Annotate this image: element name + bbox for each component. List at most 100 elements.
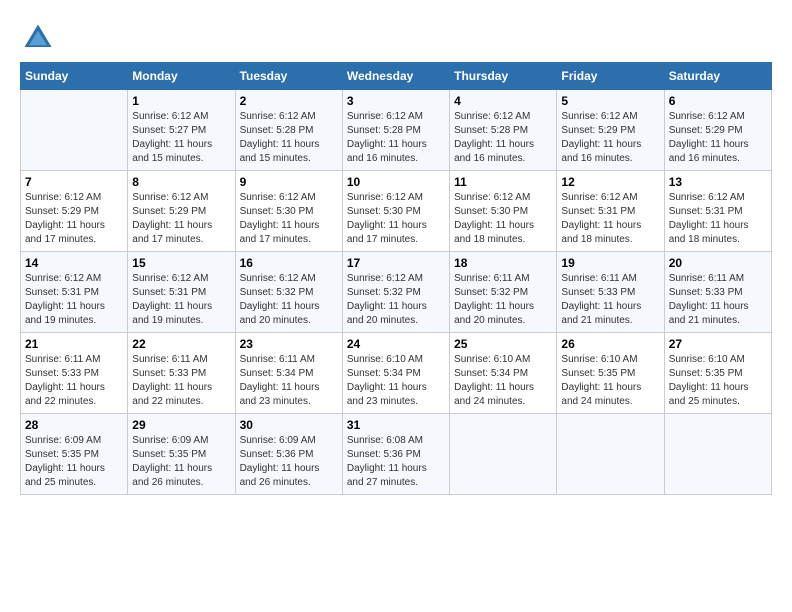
day-number: 1 — [132, 94, 230, 108]
day-info: Sunrise: 6:12 AMSunset: 5:29 PMDaylight:… — [25, 191, 123, 247]
day-info: Sunrise: 6:10 AMSunset: 5:35 PMDaylight:… — [561, 353, 659, 409]
calendar-cell: 18 Sunrise: 6:11 AMSunset: 5:32 PMDayligh… — [450, 252, 557, 333]
day-info: Sunrise: 6:10 AMSunset: 5:34 PMDaylight:… — [454, 353, 552, 409]
logo-icon — [20, 20, 56, 56]
calendar-cell: 16 Sunrise: 6:12 AMSunset: 5:32 PMDayligh… — [235, 252, 342, 333]
calendar-cell: 4 Sunrise: 6:12 AMSunset: 5:28 PMDaylight… — [450, 90, 557, 171]
day-number: 16 — [240, 256, 338, 270]
day-info: Sunrise: 6:12 AMSunset: 5:30 PMDaylight:… — [454, 191, 552, 247]
day-info: Sunrise: 6:12 AMSunset: 5:31 PMDaylight:… — [561, 191, 659, 247]
day-number: 23 — [240, 337, 338, 351]
day-info: Sunrise: 6:12 AMSunset: 5:28 PMDaylight:… — [240, 110, 338, 166]
day-info: Sunrise: 6:11 AMSunset: 5:33 PMDaylight:… — [669, 272, 767, 328]
day-info: Sunrise: 6:12 AMSunset: 5:31 PMDaylight:… — [669, 191, 767, 247]
day-number: 15 — [132, 256, 230, 270]
calendar-cell: 11Sunrise: 6:12 AMSunset: 5:30 PMDayligh… — [450, 171, 557, 252]
day-number: 9 — [240, 175, 338, 189]
day-info: Sunrise: 6:12 AMSunset: 5:30 PMDaylight:… — [347, 191, 445, 247]
day-info: Sunrise: 6:12 AMSunset: 5:29 PMDaylight:… — [561, 110, 659, 166]
day-number: 30 — [240, 418, 338, 432]
day-info: Sunrise: 6:12 AMSunset: 5:29 PMDaylight:… — [669, 110, 767, 166]
calendar-cell: 8Sunrise: 6:12 AMSunset: 5:29 PMDaylight… — [128, 171, 235, 252]
calendar-cell: 1 Sunrise: 6:12 AMSunset: 5:27 PMDaylight… — [128, 90, 235, 171]
calendar-cell: 2 Sunrise: 6:12 AMSunset: 5:28 PMDaylight… — [235, 90, 342, 171]
day-number: 27 — [669, 337, 767, 351]
day-number: 29 — [132, 418, 230, 432]
calendar-cell: 14 Sunrise: 6:12 AMSunset: 5:31 PMDayligh… — [21, 252, 128, 333]
calendar-cell: 17Sunrise: 6:12 AMSunset: 5:32 PMDayligh… — [342, 252, 449, 333]
calendar-cell: 3 Sunrise: 6:12 AMSunset: 5:28 PMDaylight… — [342, 90, 449, 171]
calendar-cell: 21 Sunrise: 6:11 AMSunset: 5:33 PMDayligh… — [21, 333, 128, 414]
day-number: 31 — [347, 418, 445, 432]
calendar-cell: 30Sunrise: 6:09 AMSunset: 5:36 PMDayligh… — [235, 414, 342, 495]
calendar-cell — [450, 414, 557, 495]
calendar-table: SundayMondayTuesdayWednesdayThursdayFrid… — [20, 62, 772, 495]
day-number: 6 — [669, 94, 767, 108]
day-info: Sunrise: 6:10 AMSunset: 5:35 PMDaylight:… — [669, 353, 767, 409]
day-number: 7 — [25, 175, 123, 189]
day-info: Sunrise: 6:12 AMSunset: 5:30 PMDaylight:… — [240, 191, 338, 247]
calendar-cell — [21, 90, 128, 171]
calendar-cell: 15 Sunrise: 6:12 AMSunset: 5:31 PMDayligh… — [128, 252, 235, 333]
calendar-body: 1 Sunrise: 6:12 AMSunset: 5:27 PMDaylight… — [21, 90, 772, 495]
weekday-header-saturday: Saturday — [664, 63, 771, 90]
day-info: Sunrise: 6:11 AMSunset: 5:32 PMDaylight:… — [454, 272, 552, 328]
day-number: 4 — [454, 94, 552, 108]
day-number: 21 — [25, 337, 123, 351]
day-info: Sunrise: 6:12 AMSunset: 5:31 PMDaylight:… — [25, 272, 123, 328]
day-number: 10 — [347, 175, 445, 189]
calendar-cell — [664, 414, 771, 495]
calendar-cell: 10 Sunrise: 6:12 AMSunset: 5:30 PMDayligh… — [342, 171, 449, 252]
day-info: Sunrise: 6:12 AMSunset: 5:31 PMDaylight:… — [132, 272, 230, 328]
day-number: 26 — [561, 337, 659, 351]
day-info: Sunrise: 6:11 AMSunset: 5:33 PMDaylight:… — [25, 353, 123, 409]
day-number: 20 — [669, 256, 767, 270]
day-info: Sunrise: 6:11 AMSunset: 5:33 PMDaylight:… — [132, 353, 230, 409]
day-number: 3 — [347, 94, 445, 108]
weekday-header-wednesday: Wednesday — [342, 63, 449, 90]
day-info: Sunrise: 6:12 AMSunset: 5:32 PMDaylight:… — [240, 272, 338, 328]
day-info: Sunrise: 6:09 AMSunset: 5:35 PMDaylight:… — [25, 434, 123, 490]
calendar-cell: 27 Sunrise: 6:10 AMSunset: 5:35 PMDayligh… — [664, 333, 771, 414]
day-info: Sunrise: 6:08 AMSunset: 5:36 PMDaylight:… — [347, 434, 445, 490]
day-info: Sunrise: 6:09 AMSunset: 5:35 PMDaylight:… — [132, 434, 230, 490]
calendar-cell: 22 Sunrise: 6:11 AMSunset: 5:33 PMDayligh… — [128, 333, 235, 414]
day-number: 12 — [561, 175, 659, 189]
calendar-cell: 24Sunrise: 6:10 AMSunset: 5:34 PMDayligh… — [342, 333, 449, 414]
day-number: 18 — [454, 256, 552, 270]
weekday-header-sunday: Sunday — [21, 63, 128, 90]
day-info: Sunrise: 6:12 AMSunset: 5:27 PMDaylight:… — [132, 110, 230, 166]
day-number: 2 — [240, 94, 338, 108]
page-header — [20, 20, 772, 56]
calendar-cell: 13 Sunrise: 6:12 AMSunset: 5:31 PMDayligh… — [664, 171, 771, 252]
calendar-cell: 6 Sunrise: 6:12 AMSunset: 5:29 PMDaylight… — [664, 90, 771, 171]
weekday-header-thursday: Thursday — [450, 63, 557, 90]
weekday-header-row: SundayMondayTuesdayWednesdayThursdayFrid… — [21, 63, 772, 90]
day-number: 19 — [561, 256, 659, 270]
day-info: Sunrise: 6:11 AMSunset: 5:34 PMDaylight:… — [240, 353, 338, 409]
calendar-cell: 25 Sunrise: 6:10 AMSunset: 5:34 PMDayligh… — [450, 333, 557, 414]
calendar-cell: 7 Sunrise: 6:12 AMSunset: 5:29 PMDaylight… — [21, 171, 128, 252]
day-info: Sunrise: 6:12 AMSunset: 5:28 PMDaylight:… — [347, 110, 445, 166]
calendar-cell: 29 Sunrise: 6:09 AMSunset: 5:35 PMDayligh… — [128, 414, 235, 495]
weekday-header-friday: Friday — [557, 63, 664, 90]
calendar-cell: 26 Sunrise: 6:10 AMSunset: 5:35 PMDayligh… — [557, 333, 664, 414]
day-info: Sunrise: 6:12 AMSunset: 5:28 PMDaylight:… — [454, 110, 552, 166]
weekday-header-monday: Monday — [128, 63, 235, 90]
day-number: 17 — [347, 256, 445, 270]
calendar-week-5: 28Sunrise: 6:09 AMSunset: 5:35 PMDayligh… — [21, 414, 772, 495]
day-number: 14 — [25, 256, 123, 270]
day-number: 25 — [454, 337, 552, 351]
day-info: Sunrise: 6:10 AMSunset: 5:34 PMDaylight:… — [347, 353, 445, 409]
day-number: 13 — [669, 175, 767, 189]
day-number: 5 — [561, 94, 659, 108]
day-number: 22 — [132, 337, 230, 351]
calendar-cell: 19Sunrise: 6:11 AMSunset: 5:33 PMDayligh… — [557, 252, 664, 333]
calendar-week-2: 7 Sunrise: 6:12 AMSunset: 5:29 PMDaylight… — [21, 171, 772, 252]
calendar-cell: 23 Sunrise: 6:11 AMSunset: 5:34 PMDayligh… — [235, 333, 342, 414]
calendar-cell: 5 Sunrise: 6:12 AMSunset: 5:29 PMDaylight… — [557, 90, 664, 171]
day-info: Sunrise: 6:12 AMSunset: 5:29 PMDaylight:… — [132, 191, 230, 247]
logo — [20, 20, 60, 56]
calendar-cell: 28Sunrise: 6:09 AMSunset: 5:35 PMDayligh… — [21, 414, 128, 495]
calendar-cell: 12 Sunrise: 6:12 AMSunset: 5:31 PMDayligh… — [557, 171, 664, 252]
